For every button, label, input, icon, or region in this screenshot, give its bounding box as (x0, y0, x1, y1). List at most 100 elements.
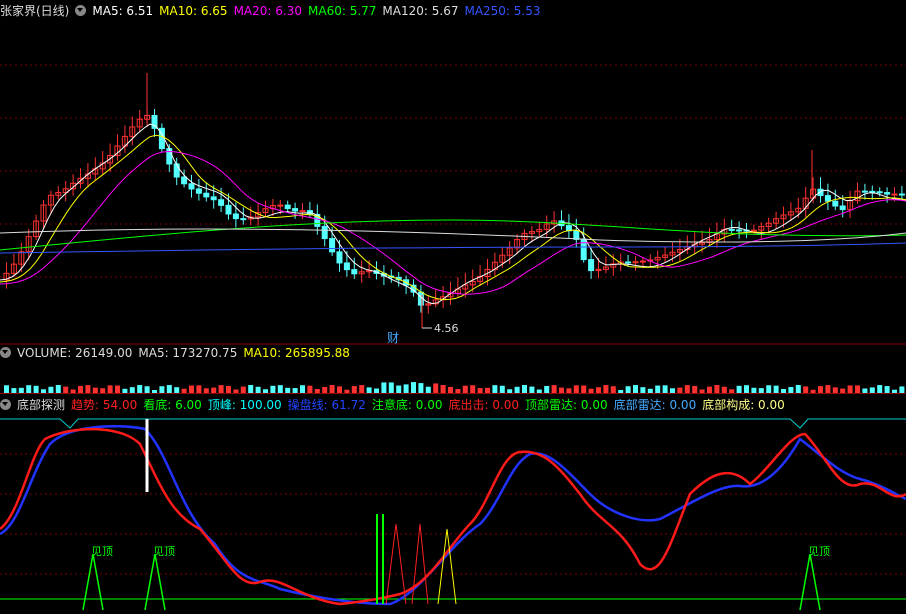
financial-event-marker[interactable]: 财 (387, 331, 399, 345)
volume-bar (85, 385, 91, 393)
candle-down (573, 230, 580, 240)
indicator-grid (0, 453, 906, 575)
candle-down (203, 192, 210, 198)
volume-bar (618, 389, 624, 393)
volume-bar (307, 385, 313, 393)
volume-bar (522, 385, 527, 393)
volume-legend-items: VOLUME: 26149.00 MA5: 173270.75 MA10: 2658… (17, 346, 356, 360)
candlestick-chart[interactable]: 4.56 财 (0, 15, 906, 345)
volume-bar (855, 385, 860, 393)
volume-bar (707, 386, 712, 393)
collapse-toggle-icon[interactable] (0, 347, 11, 358)
candle-down (210, 196, 217, 201)
candle-down (876, 191, 883, 194)
volume-bar (240, 386, 246, 393)
volume-bar (581, 385, 587, 393)
volume-bar (832, 387, 838, 393)
peak-signal-triangle (799, 553, 821, 611)
candle-down (166, 148, 173, 165)
volume-bar (396, 385, 402, 393)
volume-bar (803, 386, 809, 393)
volume-bar (26, 385, 32, 393)
candle-down (351, 269, 358, 275)
volume-bar (107, 385, 113, 393)
indicator-chart[interactable]: 见顶 见顶 见顶 (0, 414, 906, 614)
bottom-form-triangle (437, 528, 457, 605)
indicator-legend-item-7: 底部雷达: 0.00 (613, 398, 697, 412)
peak-signal-labels: 见顶 见顶 见顶 (82, 545, 830, 611)
volume-bar (544, 385, 550, 393)
volume-bar (248, 385, 254, 393)
indicator-legend-item-2: 顶峰: 100.00 (207, 398, 282, 412)
candle-down (329, 238, 336, 253)
volume-bar (11, 388, 17, 393)
volume-bar (840, 388, 846, 393)
volume-bar (529, 386, 535, 393)
candle-down (736, 229, 743, 232)
volume-bar (129, 387, 135, 393)
volume-bar (41, 389, 46, 393)
volume-legend-item-2: MA10: 265895.88 (243, 346, 350, 360)
volume-bar (263, 389, 268, 393)
volume-bar (359, 385, 365, 393)
candle-down (898, 193, 905, 196)
volume-legend-item-0: VOLUME: 26149.00 (17, 346, 133, 360)
volume-bar (55, 385, 61, 393)
ma10-line (0, 134, 906, 301)
volume-bar (166, 385, 172, 393)
volume-bar (588, 388, 594, 393)
volume-bar (381, 382, 387, 393)
volume-bar (314, 389, 320, 393)
volume-bar (603, 385, 609, 393)
indicator-lines (0, 418, 906, 606)
volume-bar (285, 387, 291, 393)
volume-bar (388, 382, 394, 393)
volume-bar (773, 385, 779, 393)
volume-bar (418, 383, 424, 393)
volume-bar (174, 387, 180, 393)
volume-bar (781, 388, 786, 393)
volume-bar (714, 385, 720, 393)
volume-bar (100, 388, 106, 393)
volume-bar (470, 385, 476, 393)
volume-bar (440, 385, 446, 393)
volume-bar (233, 389, 239, 393)
volume-bar (48, 386, 54, 393)
volume-bar (795, 385, 801, 393)
candle-down (343, 262, 350, 271)
bottom-strike-triangle (411, 523, 429, 605)
volume-bar (366, 387, 372, 393)
volume-bar (655, 385, 661, 393)
volume-bar (729, 389, 735, 393)
indicator-legend-item-4: 注意底: 0.00 (371, 398, 443, 412)
volume-bar (736, 385, 742, 393)
candle-up (639, 260, 646, 263)
volume-bar (78, 385, 83, 393)
candle-down (588, 259, 595, 272)
volume-bar (277, 385, 283, 393)
volume-bar (596, 387, 601, 393)
peak-signal-label: 见顶 (153, 545, 175, 558)
volume-bar (788, 387, 794, 393)
volume-bar (33, 385, 39, 393)
volume-bar (633, 385, 638, 393)
volume-bar (573, 385, 579, 393)
candle-up (891, 193, 898, 196)
candle-down (839, 205, 846, 211)
volume-bar (499, 385, 505, 393)
volume-bar (536, 389, 542, 393)
volume-bar (411, 382, 416, 393)
candle-up (299, 210, 306, 213)
volume-bar (559, 387, 564, 393)
volume-bar (692, 385, 698, 393)
volume-bar (18, 387, 24, 393)
volume-bar (329, 385, 335, 393)
chart-grid (0, 64, 906, 345)
candle-down (321, 225, 328, 240)
volume-chart[interactable] (0, 362, 906, 394)
volume-bar (892, 389, 897, 393)
volume-bar (884, 386, 890, 393)
collapse-toggle-icon[interactable] (0, 399, 11, 410)
volume-bar (92, 387, 98, 393)
candle-down (861, 190, 868, 193)
